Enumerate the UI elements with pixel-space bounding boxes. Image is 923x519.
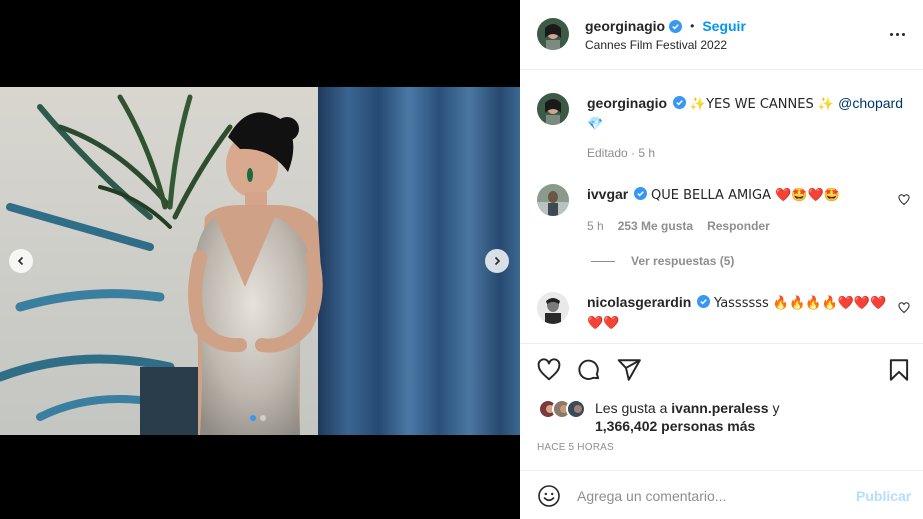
- verified-icon: [634, 187, 648, 200]
- likes-middle: y: [768, 400, 780, 416]
- share-icon: [617, 359, 641, 381]
- more-icon: [889, 32, 893, 36]
- author-username[interactable]: georginagio: [585, 18, 665, 34]
- likes-text: Les gusta a ivann.peraless y 1,366,402 p…: [595, 399, 895, 435]
- comment-body: QUE BELLA AMIGA ❤️🤩❤️🤩: [651, 188, 840, 203]
- share-button[interactable]: [616, 357, 642, 383]
- view-replies-label: Ver respuestas (5): [631, 254, 735, 268]
- edited-label: Editado · 5 h: [587, 146, 656, 160]
- more-options-button[interactable]: [885, 24, 909, 44]
- verified-icon: [697, 295, 711, 308]
- follow-button[interactable]: Seguir: [702, 18, 746, 34]
- comment-time[interactable]: 5 h: [587, 219, 604, 233]
- carousel-next-button[interactable]: [485, 249, 509, 273]
- post-timestamp[interactable]: HACE 5 HORAS: [537, 442, 614, 453]
- avatar[interactable]: [537, 93, 569, 125]
- location-link[interactable]: Cannes Film Festival 2022: [585, 38, 727, 52]
- carousel-dot: [260, 415, 266, 421]
- comment-username[interactable]: ivvgar: [587, 186, 628, 202]
- save-icon: [889, 359, 909, 381]
- verified-icon: [669, 19, 683, 33]
- publish-button[interactable]: Publicar: [856, 488, 911, 504]
- post-modal: georginagio • Seguir Cannes Film Festiva…: [0, 0, 923, 519]
- liker-username[interactable]: ivann.peraless: [671, 400, 768, 416]
- caption-username[interactable]: georginagio: [587, 95, 667, 111]
- header-user: georginagio • Seguir: [585, 18, 746, 34]
- carousel-indicator: [250, 415, 266, 421]
- more-icon: [895, 32, 899, 36]
- view-replies-button[interactable]: Ver respuestas (5): [591, 254, 734, 268]
- post-header: georginagio • Seguir Cannes Film Festiva…: [520, 0, 923, 70]
- comment-input[interactable]: [577, 485, 847, 507]
- post-photo[interactable]: [0, 87, 520, 435]
- chevron-right-icon: [494, 256, 501, 266]
- heart-icon: [537, 358, 561, 381]
- carousel-prev-button[interactable]: [9, 249, 33, 273]
- avatar[interactable]: [537, 292, 569, 324]
- avatar[interactable]: [537, 184, 569, 216]
- caption-meta: Editado · 5 h: [587, 146, 655, 160]
- add-comment-bar: Publicar: [520, 470, 923, 519]
- comment-icon: [578, 359, 600, 380]
- comment-username[interactable]: nicolasgerardin: [587, 294, 691, 310]
- caption-text: georginagio ✨YES WE CANNES ✨ @chopard 💎: [587, 94, 907, 134]
- action-bar: [520, 352, 923, 388]
- comment-like-button[interactable]: [898, 301, 910, 314]
- like-button[interactable]: [536, 357, 562, 383]
- gem-emoji: 💎: [587, 117, 604, 132]
- comment-meta: 5 h 253 Me gusta Responder: [587, 219, 770, 233]
- mention-link[interactable]: @chopard: [838, 95, 903, 111]
- likes-prefix: Les gusta a: [595, 400, 672, 416]
- post-media: [0, 0, 520, 519]
- caption-body: ✨YES WE CANNES ✨: [689, 97, 839, 112]
- more-icon: [901, 32, 905, 36]
- replies-divider: [591, 260, 615, 262]
- avatar: [566, 399, 586, 419]
- emoji-icon: [538, 485, 560, 507]
- chevron-left-icon: [17, 256, 24, 266]
- avatar[interactable]: [537, 18, 569, 50]
- heart-icon: [898, 302, 910, 314]
- post-panel: georginagio • Seguir Cannes Film Festiva…: [520, 0, 923, 519]
- liker-avatars[interactable]: [538, 399, 590, 419]
- heart-icon: [898, 194, 910, 206]
- comment-likes[interactable]: 253 Me gusta: [618, 219, 693, 233]
- carousel-dot: [250, 415, 256, 421]
- likes-count[interactable]: 1,366,402 personas más: [595, 418, 755, 434]
- separator: •: [690, 19, 695, 33]
- verified-icon: [673, 96, 687, 109]
- comment-text: nicolasgerardin Yassssss 🔥🔥🔥🔥❤️❤️❤️ ❤️❤️: [587, 293, 887, 333]
- reply-button[interactable]: Responder: [707, 219, 770, 233]
- emoji-button[interactable]: [537, 484, 561, 508]
- save-button[interactable]: [886, 357, 912, 383]
- comments-list[interactable]: georginagio ✨YES WE CANNES ✨ @chopard 💎 …: [520, 71, 923, 344]
- comment-button[interactable]: [576, 357, 602, 383]
- likes-summary: Les gusta a ivann.peraless y 1,366,402 p…: [520, 395, 923, 435]
- comment-text: ivvgar QUE BELLA AMIGA ❤️🤩❤️🤩: [587, 185, 840, 205]
- comment-like-button[interactable]: [898, 193, 910, 206]
